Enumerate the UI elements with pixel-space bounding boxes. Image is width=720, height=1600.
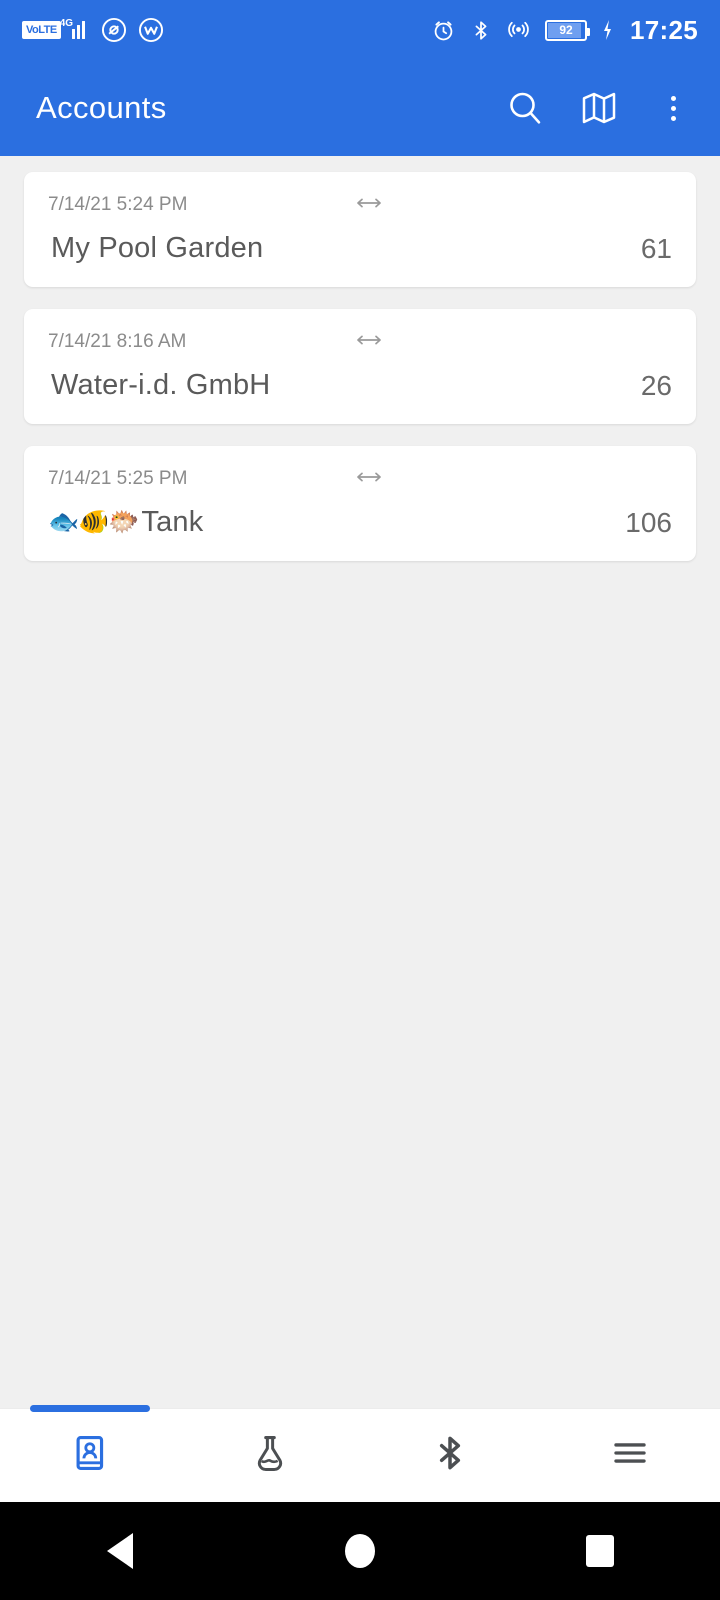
account-card[interactable]: 7/14/21 5:25 PM 🐟🐠🐡 Tank 106 bbox=[24, 446, 696, 561]
hamburger-menu-icon bbox=[609, 1432, 651, 1479]
recents-square-icon[interactable] bbox=[540, 1502, 660, 1600]
account-name-text: Water-i.d. GmbH bbox=[51, 369, 271, 401]
bottom-navigation bbox=[0, 1405, 720, 1502]
app-bar-actions bbox=[502, 85, 696, 131]
status-bar-left: VoLTE 4G bbox=[22, 17, 164, 43]
account-date: 7/14/21 8:16 AM bbox=[48, 331, 187, 352]
page-title: Accounts bbox=[36, 90, 167, 125]
charging-bolt-icon bbox=[601, 19, 614, 41]
bluetooth-icon bbox=[470, 18, 492, 43]
account-card[interactable]: 7/14/21 8:16 AM Water-i.d. GmbH 26 bbox=[24, 309, 696, 424]
accounts-list: 7/14/21 5:24 PM My Pool Garden 61 7/14/2… bbox=[0, 156, 720, 1408]
account-name: 🐟🐠🐡 Tank bbox=[48, 506, 203, 539]
left-right-arrow-icon[interactable] bbox=[354, 331, 384, 354]
hotspot-icon bbox=[506, 18, 531, 43]
account-name-text: My Pool Garden bbox=[51, 232, 264, 264]
sidebar-item-bluetooth[interactable] bbox=[360, 1409, 540, 1502]
volte-badge: VoLTE bbox=[22, 21, 61, 39]
active-tab-indicator bbox=[30, 1405, 150, 1412]
account-count: 26 bbox=[640, 369, 672, 401]
alarm-icon bbox=[431, 18, 456, 43]
card-body: My Pool Garden 61 bbox=[48, 232, 672, 265]
home-circle-icon[interactable] bbox=[300, 1502, 420, 1600]
status-bar-clock: 17:25 bbox=[630, 14, 698, 45]
card-header: 7/14/21 5:24 PM bbox=[48, 192, 672, 218]
bluetooth-icon bbox=[430, 1433, 470, 1478]
account-name: Water-i.d. GmbH bbox=[48, 369, 270, 402]
app-circle-icon bbox=[101, 17, 127, 43]
status-bar-right: 92 17:25 bbox=[431, 15, 698, 46]
card-header: 7/14/21 8:16 AM bbox=[48, 329, 672, 355]
search-icon[interactable] bbox=[502, 85, 548, 131]
battery-icon: 92 bbox=[545, 19, 590, 41]
card-body: 🐟🐠🐡 Tank 106 bbox=[48, 506, 672, 539]
overflow-menu-icon[interactable] bbox=[650, 85, 696, 131]
flask-icon bbox=[249, 1432, 291, 1479]
app-circle-icon-2 bbox=[138, 17, 164, 43]
account-card[interactable]: 7/14/21 5:24 PM My Pool Garden 61 bbox=[24, 172, 696, 287]
status-bar: VoLTE 4G 92 17:25 bbox=[0, 0, 720, 60]
account-name-text: Tank bbox=[141, 506, 204, 538]
app-bar: Accounts bbox=[0, 60, 720, 156]
contact-book-icon bbox=[69, 1432, 111, 1479]
left-right-arrow-icon[interactable] bbox=[354, 194, 384, 217]
map-icon[interactable] bbox=[576, 85, 622, 131]
account-emoji: 🐟🐠🐡 bbox=[48, 508, 139, 536]
back-triangle-icon[interactable] bbox=[60, 1502, 180, 1600]
sidebar-item-menu[interactable] bbox=[540, 1409, 720, 1502]
account-count: 61 bbox=[640, 232, 672, 264]
app-root: VoLTE 4G 92 17:25 Accounts 7/14/21 5:24 … bbox=[0, 0, 720, 1600]
card-header: 7/14/21 5:25 PM bbox=[48, 466, 672, 492]
android-system-nav bbox=[0, 1502, 720, 1600]
account-name: My Pool Garden bbox=[48, 232, 263, 265]
card-body: Water-i.d. GmbH 26 bbox=[48, 369, 672, 402]
left-right-arrow-icon[interactable] bbox=[354, 468, 384, 491]
account-date: 7/14/21 5:24 PM bbox=[48, 194, 188, 215]
sidebar-item-accounts[interactable] bbox=[0, 1409, 180, 1502]
account-date: 7/14/21 5:25 PM bbox=[48, 468, 188, 489]
account-count: 106 bbox=[625, 506, 672, 538]
signal-bars-icon: 4G bbox=[60, 18, 91, 39]
sidebar-item-measurements[interactable] bbox=[180, 1409, 360, 1502]
